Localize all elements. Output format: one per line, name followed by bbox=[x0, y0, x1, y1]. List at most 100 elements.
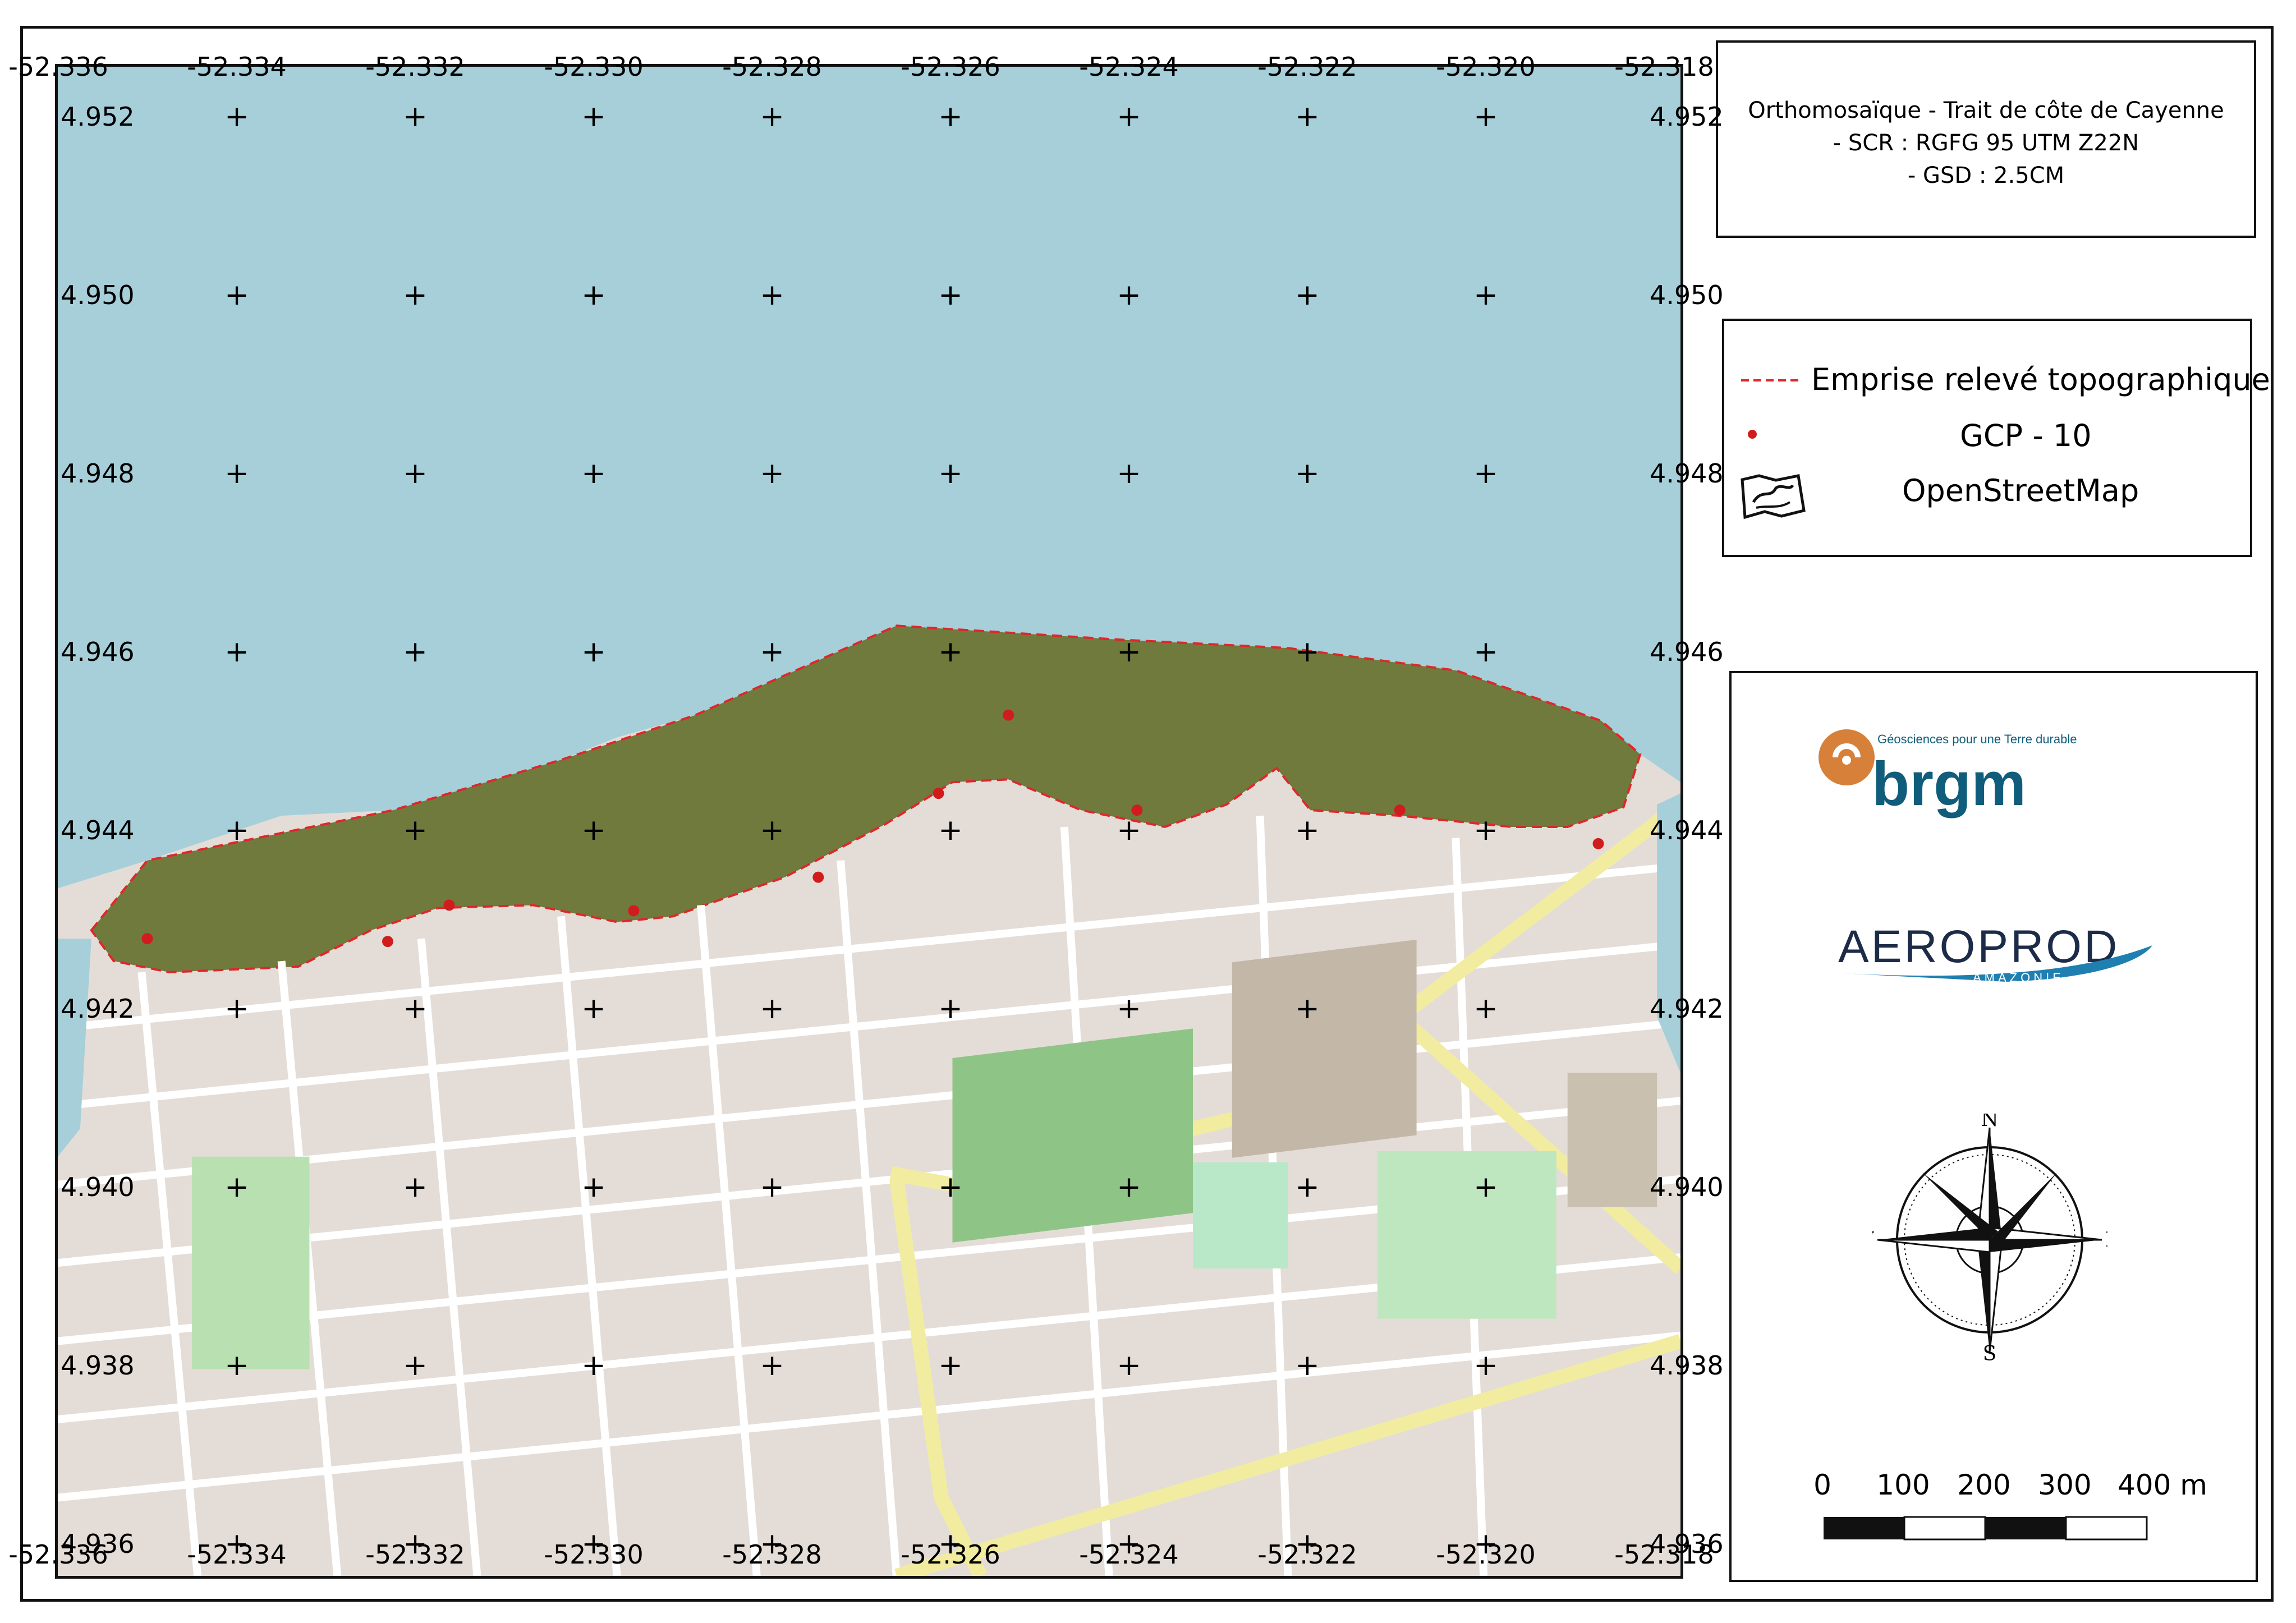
gcp-point bbox=[1394, 804, 1406, 816]
grid-label-y: 4.940 bbox=[1650, 1172, 1724, 1202]
grid-cross: + bbox=[403, 100, 428, 134]
grid-cross: + bbox=[224, 100, 249, 134]
grid-cross: + bbox=[1295, 992, 1320, 1026]
grid-cross: + bbox=[581, 100, 606, 134]
grid-cross: + bbox=[760, 1170, 784, 1204]
map-canvas[interactable] bbox=[55, 64, 1683, 1579]
map-svg bbox=[58, 67, 1680, 1576]
grid-label-x: -52.326 bbox=[901, 52, 1000, 82]
grid-cross: + bbox=[760, 100, 784, 134]
grid-label-y: 4.942 bbox=[1650, 994, 1724, 1024]
grid-cross: + bbox=[224, 457, 249, 490]
grid-label-x: -52.332 bbox=[365, 52, 465, 82]
grid-label-y: 4.952 bbox=[61, 102, 135, 132]
grid-cross: + bbox=[403, 1527, 428, 1561]
grid-cross: + bbox=[1473, 278, 1498, 312]
grid-cross: + bbox=[1473, 457, 1498, 490]
aeroprod-logo: AEROPROD AMAZONIE bbox=[1838, 923, 2152, 985]
aeroprod-name: AEROPROD bbox=[1838, 923, 2119, 972]
cemetery-park bbox=[952, 1028, 1193, 1243]
grid-cross: + bbox=[1117, 278, 1141, 312]
gcp-point bbox=[933, 788, 944, 799]
compass-n: N bbox=[1981, 1114, 1999, 1131]
grid-cross: + bbox=[938, 1170, 963, 1204]
legend-item-osm: OpenStreetMap bbox=[1724, 471, 2250, 519]
grid-label-x: -52.336 bbox=[8, 52, 108, 82]
grid-cross: + bbox=[1295, 635, 1320, 669]
grid-label-y: 4.952 bbox=[1650, 102, 1724, 132]
sports-field bbox=[1232, 939, 1417, 1158]
grid-label-y: 4.950 bbox=[61, 280, 135, 310]
grid-cross: + bbox=[1295, 813, 1320, 847]
legend-label: Emprise relevé topographique bbox=[1811, 362, 2270, 397]
botanical-garden bbox=[1377, 1151, 1556, 1319]
legend-panel: Emprise relevé topographique GCP - 10 Op… bbox=[1722, 319, 2270, 557]
grid-label-x: -52.318 bbox=[1614, 52, 1714, 82]
grid-label-y: 4.946 bbox=[61, 637, 135, 667]
grid-cross: + bbox=[1117, 813, 1141, 847]
grid-label-y: 4.940 bbox=[61, 1172, 135, 1202]
grid-label-y: 4.944 bbox=[1650, 815, 1724, 845]
grid-cross: + bbox=[1117, 635, 1141, 669]
grid-cross: + bbox=[938, 278, 963, 312]
map-icon bbox=[1741, 474, 1806, 519]
grid-cross: + bbox=[224, 635, 249, 669]
compass-e: E bbox=[2105, 1229, 2107, 1252]
scale-label: 0 bbox=[1813, 1469, 1831, 1501]
scale-label: 200 bbox=[1957, 1469, 2011, 1501]
title-line: - GSD : 2.5CM bbox=[1907, 163, 2065, 188]
grid-cross: + bbox=[403, 813, 428, 847]
grid-cross: + bbox=[760, 813, 784, 847]
gcp-point bbox=[141, 933, 153, 945]
grid-label-y: 4.938 bbox=[61, 1350, 135, 1381]
compass-w: W bbox=[1872, 1229, 1874, 1252]
open-lot bbox=[1567, 1073, 1657, 1207]
gcp-point bbox=[1592, 838, 1604, 849]
grid-label-x: -52.322 bbox=[1257, 52, 1357, 82]
grid-label-x: -52.320 bbox=[1436, 52, 1536, 82]
legend-item-boundary: Emprise relevé topographique bbox=[1724, 360, 2270, 399]
gcp-point bbox=[382, 936, 393, 948]
grid-cross: + bbox=[224, 1349, 249, 1382]
grid-cross: + bbox=[1117, 100, 1141, 134]
grid-label-x: -52.330 bbox=[544, 52, 644, 82]
grid-cross: + bbox=[403, 278, 428, 312]
grid-label-x: -52.328 bbox=[722, 52, 822, 82]
grid-cross: + bbox=[1295, 278, 1320, 312]
grid-label-y: 4.942 bbox=[61, 994, 135, 1024]
grid-cross: + bbox=[581, 1170, 606, 1204]
grid-cross: + bbox=[224, 1170, 249, 1204]
grid-cross: + bbox=[581, 1527, 606, 1561]
grid-label-x: -52.334 bbox=[187, 52, 287, 82]
grid-cross: + bbox=[1473, 100, 1498, 134]
grid-cross: + bbox=[1473, 813, 1498, 847]
grid-cross: + bbox=[760, 1349, 784, 1382]
grid-label-y: 4.938 bbox=[1650, 1350, 1724, 1381]
grid-cross: + bbox=[760, 457, 784, 490]
gcp-point bbox=[628, 905, 640, 917]
grid-cross: + bbox=[760, 635, 784, 669]
grid-cross: + bbox=[938, 992, 963, 1026]
grid-cross: + bbox=[581, 278, 606, 312]
grid-cross: + bbox=[403, 635, 428, 669]
north-arrow-icon: N S E W bbox=[1872, 1114, 2107, 1360]
gcp-point bbox=[443, 899, 455, 911]
stadium-area bbox=[1193, 1162, 1288, 1269]
scale-bar bbox=[1824, 1516, 2148, 1541]
grid-cross: + bbox=[938, 813, 963, 847]
compass-s: S bbox=[1983, 1342, 1997, 1360]
grid-cross: + bbox=[403, 457, 428, 490]
grid-cross: + bbox=[1117, 1170, 1141, 1204]
grid-cross: + bbox=[938, 635, 963, 669]
gcp-point bbox=[1003, 709, 1014, 721]
logos-panel: Géosciences pour une Terre durable brgm … bbox=[1729, 671, 2258, 1582]
grid-cross: + bbox=[581, 635, 606, 669]
grid-cross: + bbox=[1473, 635, 1498, 669]
grid-label-y: 4.950 bbox=[1650, 280, 1724, 310]
scale-label: 100 bbox=[1876, 1469, 1930, 1501]
grid-cross: + bbox=[224, 278, 249, 312]
grid-cross: + bbox=[1295, 1527, 1320, 1561]
brgm-name: brgm bbox=[1872, 750, 2026, 819]
grid-cross: + bbox=[581, 813, 606, 847]
grid-cross: + bbox=[760, 1527, 784, 1561]
